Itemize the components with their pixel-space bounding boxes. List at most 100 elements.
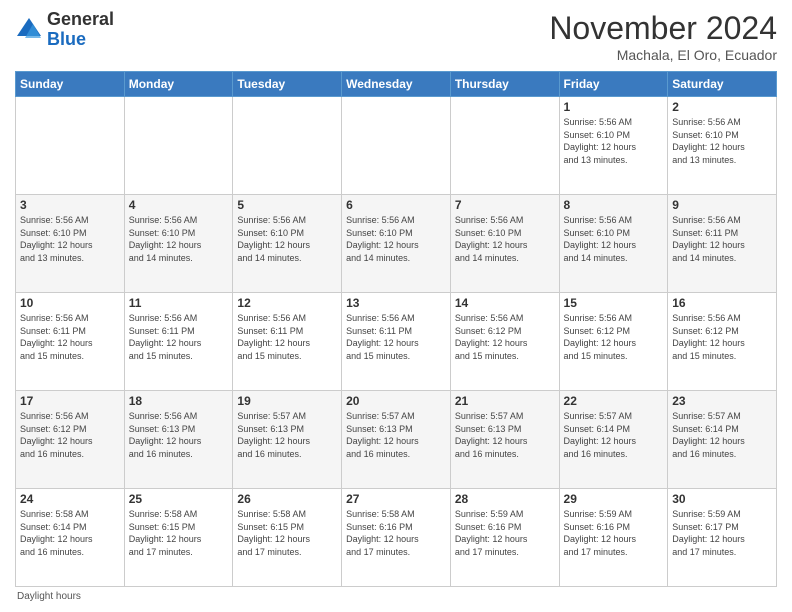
calendar-header-wednesday: Wednesday [342, 72, 451, 97]
calendar-cell: 16 Sunrise: 5:56 AM Sunset: 6:12 PM Dayli… [668, 293, 777, 391]
calendar-cell: 13 Sunrise: 5:56 AM Sunset: 6:11 PM Dayli… [342, 293, 451, 391]
day-number: 15 [564, 296, 664, 310]
calendar-cell: 21 Sunrise: 5:57 AM Sunset: 6:13 PM Dayli… [450, 391, 559, 489]
day-info: Sunrise: 5:57 AM Sunset: 6:13 PM Dayligh… [455, 410, 555, 460]
calendar-cell: 25Sunrise: 5:58 AM Sunset: 6:15 PM Dayli… [124, 489, 233, 587]
day-number: 22 [564, 394, 664, 408]
calendar-cell: 18Sunrise: 5:56 AM Sunset: 6:13 PM Dayli… [124, 391, 233, 489]
day-info: Sunrise: 5:56 AM Sunset: 6:12 PM Dayligh… [455, 312, 555, 362]
day-number: 13 [346, 296, 446, 310]
day-info: Sunrise: 5:59 AM Sunset: 6:16 PM Dayligh… [455, 508, 555, 558]
footer-note: Daylight hours [15, 591, 777, 602]
day-number: 1 [564, 100, 664, 114]
day-info: Sunrise: 5:56 AM Sunset: 6:11 PM Dayligh… [346, 312, 446, 362]
calendar-header-friday: Friday [559, 72, 668, 97]
calendar-cell [16, 97, 125, 195]
day-info: Sunrise: 5:57 AM Sunset: 6:13 PM Dayligh… [346, 410, 446, 460]
calendar-cell: 8 Sunrise: 5:56 AM Sunset: 6:10 PM Daylig… [559, 195, 668, 293]
day-number: 3 [20, 198, 120, 212]
calendar-header-monday: Monday [124, 72, 233, 97]
day-info: Sunrise: 5:56 AM Sunset: 6:11 PM Dayligh… [20, 312, 120, 362]
day-number: 5 [237, 198, 337, 212]
calendar-cell: 24 Sunrise: 5:58 AM Sunset: 6:14 PM Dayli… [16, 489, 125, 587]
calendar-cell [124, 97, 233, 195]
calendar-cell: 5 Sunrise: 5:56 AM Sunset: 6:10 PM Daylig… [233, 195, 342, 293]
day-number: 28 [455, 492, 555, 506]
calendar-cell: 20Sunrise: 5:57 AM Sunset: 6:13 PM Dayli… [342, 391, 451, 489]
day-info: Sunrise: 5:56 AM Sunset: 6:12 PM Dayligh… [672, 312, 772, 362]
day-info: Sunrise: 5:56 AM Sunset: 6:11 PM Dayligh… [237, 312, 337, 362]
calendar-header-saturday: Saturday [668, 72, 777, 97]
day-info: Sunrise: 5:56 AM Sunset: 6:10 PM Dayligh… [455, 214, 555, 264]
calendar-cell: 10 Sunrise: 5:56 AM Sunset: 6:11 PM Dayli… [16, 293, 125, 391]
day-info: Sunrise: 5:56 AM Sunset: 6:13 PM Dayligh… [129, 410, 229, 460]
header: General Blue November 2024 Machala, El O… [15, 10, 777, 63]
calendar-week-5: 24 Sunrise: 5:58 AM Sunset: 6:14 PM Dayli… [16, 489, 777, 587]
logo-icon [15, 16, 43, 44]
day-info: Sunrise: 5:57 AM Sunset: 6:14 PM Dayligh… [564, 410, 664, 460]
day-number: 19 [237, 394, 337, 408]
day-number: 11 [129, 296, 229, 310]
day-info: Sunrise: 5:59 AM Sunset: 6:16 PM Dayligh… [564, 508, 664, 558]
day-number: 12 [237, 296, 337, 310]
logo: General Blue [15, 10, 114, 50]
calendar-cell: 19 Sunrise: 5:57 AM Sunset: 6:13 PM Dayli… [233, 391, 342, 489]
day-number: 27 [346, 492, 446, 506]
day-number: 24 [20, 492, 120, 506]
day-number: 30 [672, 492, 772, 506]
day-info: Sunrise: 5:56 AM Sunset: 6:10 PM Dayligh… [129, 214, 229, 264]
logo-blue: Blue [47, 29, 86, 49]
day-number: 17 [20, 394, 120, 408]
calendar-header-row: SundayMondayTuesdayWednesdayThursdayFrid… [16, 72, 777, 97]
calendar-week-4: 17 Sunrise: 5:56 AM Sunset: 6:12 PM Dayli… [16, 391, 777, 489]
day-info: Sunrise: 5:56 AM Sunset: 6:12 PM Dayligh… [20, 410, 120, 460]
day-number: 7 [455, 198, 555, 212]
calendar-cell: 28 Sunrise: 5:59 AM Sunset: 6:16 PM Dayli… [450, 489, 559, 587]
calendar-week-2: 3 Sunrise: 5:56 AM Sunset: 6:10 PM Daylig… [16, 195, 777, 293]
day-info: Sunrise: 5:58 AM Sunset: 6:14 PM Dayligh… [20, 508, 120, 558]
day-number: 29 [564, 492, 664, 506]
day-info: Sunrise: 5:56 AM Sunset: 6:10 PM Dayligh… [564, 214, 664, 264]
calendar-cell: 15Sunrise: 5:56 AM Sunset: 6:12 PM Dayli… [559, 293, 668, 391]
calendar-cell [233, 97, 342, 195]
day-number: 10 [20, 296, 120, 310]
calendar-week-3: 10 Sunrise: 5:56 AM Sunset: 6:11 PM Dayli… [16, 293, 777, 391]
calendar-cell: 12 Sunrise: 5:56 AM Sunset: 6:11 PM Dayli… [233, 293, 342, 391]
calendar-header-tuesday: Tuesday [233, 72, 342, 97]
logo-general: General [47, 9, 114, 29]
day-number: 4 [129, 198, 229, 212]
day-info: Sunrise: 5:56 AM Sunset: 6:11 PM Dayligh… [129, 312, 229, 362]
logo-text: General Blue [47, 10, 114, 50]
day-number: 21 [455, 394, 555, 408]
day-number: 16 [672, 296, 772, 310]
location: Machala, El Oro, Ecuador [549, 47, 777, 63]
day-number: 6 [346, 198, 446, 212]
calendar-cell: 2Sunrise: 5:56 AM Sunset: 6:10 PM Daylig… [668, 97, 777, 195]
calendar-cell: 22 Sunrise: 5:57 AM Sunset: 6:14 PM Dayli… [559, 391, 668, 489]
calendar-cell: 7 Sunrise: 5:56 AM Sunset: 6:10 PM Daylig… [450, 195, 559, 293]
page: General Blue November 2024 Machala, El O… [0, 0, 792, 612]
calendar-cell [450, 97, 559, 195]
month-title: November 2024 [549, 10, 777, 47]
day-info: Sunrise: 5:56 AM Sunset: 6:10 PM Dayligh… [237, 214, 337, 264]
day-info: Sunrise: 5:56 AM Sunset: 6:10 PM Dayligh… [564, 116, 664, 166]
calendar-cell: 26Sunrise: 5:58 AM Sunset: 6:15 PM Dayli… [233, 489, 342, 587]
day-info: Sunrise: 5:56 AM Sunset: 6:11 PM Dayligh… [672, 214, 772, 264]
calendar-cell: 9Sunrise: 5:56 AM Sunset: 6:11 PM Daylig… [668, 195, 777, 293]
day-number: 23 [672, 394, 772, 408]
calendar-cell [342, 97, 451, 195]
day-number: 8 [564, 198, 664, 212]
calendar-cell: 29 Sunrise: 5:59 AM Sunset: 6:16 PM Dayli… [559, 489, 668, 587]
day-info: Sunrise: 5:57 AM Sunset: 6:13 PM Dayligh… [237, 410, 337, 460]
calendar-cell: 30 Sunrise: 5:59 AM Sunset: 6:17 PM Dayli… [668, 489, 777, 587]
day-number: 26 [237, 492, 337, 506]
calendar: SundayMondayTuesdayWednesdayThursdayFrid… [15, 71, 777, 587]
day-number: 2 [672, 100, 772, 114]
calendar-cell: 23Sunrise: 5:57 AM Sunset: 6:14 PM Dayli… [668, 391, 777, 489]
day-info: Sunrise: 5:59 AM Sunset: 6:17 PM Dayligh… [672, 508, 772, 558]
day-number: 14 [455, 296, 555, 310]
calendar-cell: 4 Sunrise: 5:56 AM Sunset: 6:10 PM Daylig… [124, 195, 233, 293]
day-info: Sunrise: 5:56 AM Sunset: 6:10 PM Dayligh… [346, 214, 446, 264]
calendar-cell: 11 Sunrise: 5:56 AM Sunset: 6:11 PM Dayli… [124, 293, 233, 391]
day-info: Sunrise: 5:56 AM Sunset: 6:10 PM Dayligh… [20, 214, 120, 264]
